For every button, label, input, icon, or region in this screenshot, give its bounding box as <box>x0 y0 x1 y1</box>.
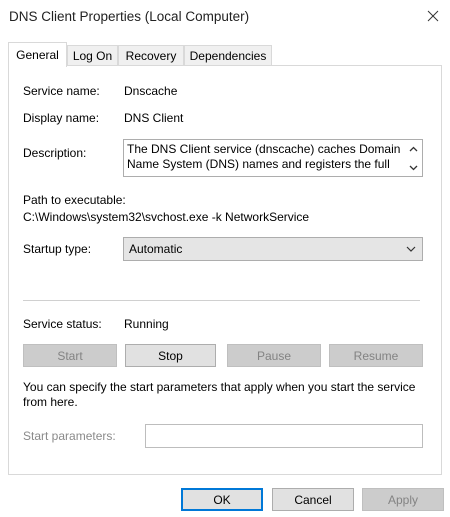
service-status-label: Service status: <box>23 317 102 331</box>
description-scrollbar[interactable] <box>405 140 422 176</box>
description-text: The DNS Client service (dnscache) caches… <box>127 142 401 171</box>
ok-button[interactable]: OK <box>181 488 263 511</box>
service-status-value: Running <box>124 317 169 331</box>
close-button[interactable] <box>418 2 448 30</box>
apply-button[interactable]: Apply <box>362 488 444 511</box>
start-params-input[interactable] <box>145 424 423 448</box>
scroll-down-icon[interactable] <box>409 163 418 172</box>
service-name-label: Service name: <box>23 84 100 98</box>
start-button[interactable]: Start <box>23 344 117 367</box>
resume-button[interactable]: Resume <box>329 344 423 367</box>
close-icon <box>427 10 439 22</box>
description-box[interactable]: The DNS Client service (dnscache) caches… <box>123 139 423 177</box>
general-tab-panel <box>8 65 442 475</box>
tab-log-on[interactable]: Log On <box>67 45 118 66</box>
cancel-button[interactable]: Cancel <box>272 488 354 511</box>
startup-type-value: Automatic <box>129 242 183 256</box>
start-params-label: Start parameters: <box>23 429 116 443</box>
display-name-label: Display name: <box>23 111 100 125</box>
startup-type-label: Startup type: <box>23 242 92 256</box>
tab-strip: General Log On Recovery Dependencies <box>8 42 442 67</box>
pause-button[interactable]: Pause <box>227 344 321 367</box>
stop-button[interactable]: Stop <box>125 344 216 367</box>
section-divider <box>23 300 420 301</box>
scroll-up-icon[interactable] <box>409 145 418 154</box>
display-name-value: DNS Client <box>124 111 184 125</box>
start-params-description: You can specify the start parameters tha… <box>23 380 416 409</box>
service-name-value: Dnscache <box>124 84 178 98</box>
tab-recovery[interactable]: Recovery <box>118 45 184 66</box>
tab-general[interactable]: General <box>8 42 67 67</box>
chevron-down-icon <box>406 246 416 252</box>
path-value: C:\Windows\system32\svchost.exe -k Netwo… <box>23 210 310 224</box>
path-label: Path to executable: <box>23 193 126 207</box>
window-title: DNS Client Properties (Local Computer) <box>9 9 250 24</box>
tab-dependencies[interactable]: Dependencies <box>184 45 272 66</box>
startup-type-select[interactable]: Automatic <box>123 237 423 261</box>
description-label: Description: <box>23 146 87 160</box>
